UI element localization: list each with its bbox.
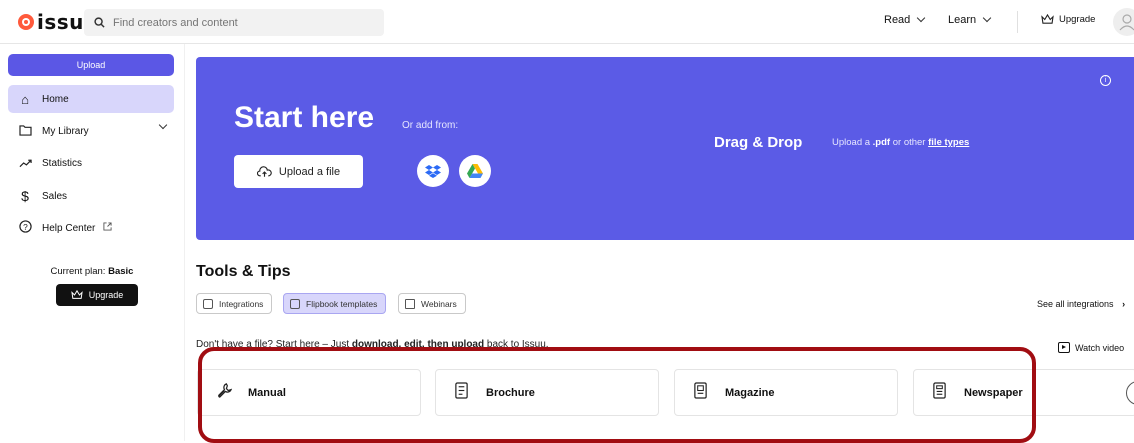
card-label: Brochure (486, 386, 535, 399)
sidebar-item-label: Sales (42, 190, 68, 202)
upload-button[interactable]: Upload (8, 54, 174, 76)
help-icon: ? (16, 220, 34, 236)
or-add-from-label: Or add from: (402, 120, 459, 131)
dollar-icon: $ (21, 188, 29, 204)
nav-read[interactable]: Read (884, 13, 926, 26)
plan-upgrade-button[interactable]: Upgrade (56, 284, 138, 306)
integrations-icon (203, 298, 213, 309)
cloud-upload-icon (256, 165, 272, 177)
chevron-down-icon (917, 13, 926, 23)
file-types-link[interactable]: file types (928, 137, 969, 148)
google-drive-icon (467, 164, 483, 178)
upload-file-button[interactable]: Upload a file (234, 155, 363, 188)
chip-label: Webinars (421, 298, 457, 309)
sidebar-item-label: Help Center (42, 222, 96, 234)
header-divider (1017, 11, 1018, 33)
trend-icon (16, 156, 34, 171)
sidebar-item-sales[interactable]: $ Sales (8, 182, 174, 210)
template-card-brochure[interactable]: Brochure (435, 369, 659, 416)
flipbook-icon (290, 298, 300, 309)
magazine-icon (693, 381, 713, 404)
current-plan: Current plan: Basic (0, 266, 184, 277)
home-icon: ⌂ (21, 91, 29, 107)
google-drive-button[interactable] (459, 155, 491, 187)
header-upgrade-button[interactable]: Upgrade (1041, 14, 1095, 25)
sidebar-item-my-library[interactable]: My Library (8, 117, 174, 145)
play-icon (1058, 342, 1070, 353)
sidebar-item-home[interactable]: ⌂ Home (8, 85, 174, 113)
dropbox-button[interactable] (417, 155, 449, 187)
info-icon[interactable]: i (1100, 75, 1111, 86)
template-card-magazine[interactable]: Magazine (674, 369, 898, 416)
user-icon (1119, 14, 1134, 31)
plan-upgrade-label: Upgrade (88, 290, 124, 300)
chip-flipbook-templates[interactable]: Flipbook templates (283, 293, 387, 314)
avatar[interactable] (1113, 8, 1134, 36)
watch-video-button[interactable]: Watch video (1058, 342, 1124, 353)
chip-webinars[interactable]: Webinars (398, 293, 466, 314)
see-all-integrations-link[interactable]: See all integrations › (1037, 299, 1125, 309)
sidebar-item-statistics[interactable]: Statistics (8, 149, 174, 177)
drag-drop-subtitle: Upload a .pdf or other file types (832, 137, 970, 148)
sidebar: Upload ⌂ Home My Library Statistics $ Sa… (0, 44, 184, 441)
external-link-icon (103, 222, 112, 234)
template-card-manual[interactable]: Manual (197, 369, 421, 416)
newspaper-icon (932, 381, 952, 404)
nav-learn[interactable]: Learn (948, 13, 992, 26)
sidebar-item-label: Statistics (42, 157, 83, 169)
sidebar-item-label: Home (42, 93, 69, 105)
chevron-right-icon: › (1122, 299, 1126, 309)
header-upgrade-label: Upgrade (1059, 14, 1096, 25)
document-icon (454, 381, 474, 404)
nav-read-label: Read (884, 14, 911, 26)
svg-text:?: ? (23, 222, 28, 232)
nav-learn-label: Learn (948, 14, 977, 26)
chip-label: Flipbook templates (306, 298, 378, 309)
dropbox-icon (425, 165, 441, 178)
upload-hero[interactable]: Start here Or add from: Upload a file Dr… (196, 57, 1134, 240)
tools-tips-title: Tools & Tips (196, 263, 291, 280)
plan-prefix: Current plan: (50, 266, 109, 277)
chevron-down-icon (982, 13, 992, 23)
search-bar[interactable] (84, 9, 384, 36)
crown-icon (1041, 14, 1054, 24)
wrench-icon (216, 382, 236, 404)
hero-title: Start here (234, 101, 375, 134)
folder-icon (16, 124, 34, 139)
card-label: Newspaper (964, 386, 1023, 399)
watch-video-label: Watch video (1075, 342, 1125, 353)
chevron-down-icon[interactable] (158, 120, 168, 130)
tip-text: Don't have a file? Start here – Just dow… (196, 339, 549, 350)
issuu-logo-icon (18, 14, 34, 30)
crown-icon (71, 290, 83, 299)
sidebar-divider (184, 44, 185, 441)
chip-integrations[interactable]: Integrations (196, 293, 273, 314)
card-label: Magazine (725, 386, 775, 399)
sidebar-item-label: My Library (42, 125, 89, 137)
search-input[interactable] (113, 16, 373, 29)
monitor-icon (405, 298, 415, 309)
search-icon (94, 17, 105, 28)
plan-name: Basic (108, 266, 134, 277)
upload-file-label: Upload a file (278, 165, 341, 178)
chip-label: Integrations (219, 298, 264, 309)
drag-drop-title: Drag & Drop (714, 134, 803, 151)
sidebar-item-help-center[interactable]: ? Help Center (8, 214, 174, 242)
template-card-newspaper[interactable]: Newspaper (913, 369, 1134, 416)
card-label: Manual (248, 386, 286, 399)
top-bar: issuu Read Learn Upgrade (0, 0, 1134, 44)
